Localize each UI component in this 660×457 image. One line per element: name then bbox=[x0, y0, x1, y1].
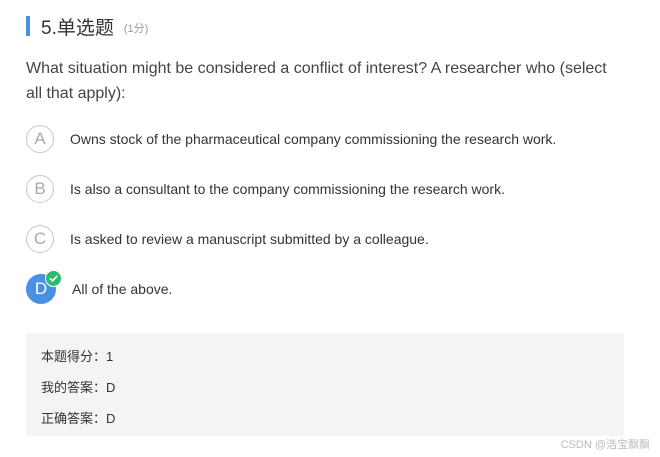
question-score: (1分) bbox=[123, 23, 149, 35]
question-header: 5.单选题 (1分) bbox=[26, 14, 149, 39]
option-a[interactable]: A Owns stock of the pharmaceutical compa… bbox=[26, 124, 556, 154]
option-b[interactable]: B Is also a consultant to the company co… bbox=[26, 174, 556, 204]
option-c-text: Is asked to review a manuscript submitte… bbox=[70, 231, 429, 247]
title-accent-bar bbox=[26, 16, 30, 36]
option-c-badge[interactable]: C bbox=[26, 225, 54, 253]
option-b-text: Is also a consultant to the company comm… bbox=[70, 181, 505, 197]
option-d-badge[interactable]: D bbox=[26, 270, 62, 304]
options-list: A Owns stock of the pharmaceutical compa… bbox=[26, 124, 556, 324]
option-a-text: Owns stock of the pharmaceutical company… bbox=[70, 131, 557, 147]
score-line: 本题得分：1 bbox=[41, 349, 114, 364]
option-c[interactable]: C Is asked to review a manuscript submit… bbox=[26, 224, 556, 254]
question-text: What situation might be considered a con… bbox=[26, 60, 607, 102]
option-d[interactable]: D All of the above. bbox=[26, 270, 556, 304]
option-b-badge[interactable]: B bbox=[26, 175, 54, 203]
correct-answer-line: 正确答案：D bbox=[41, 411, 116, 426]
question-title: 5.单选题 bbox=[41, 17, 114, 39]
watermark: CSDN @浩宝飘飘 bbox=[560, 439, 650, 451]
check-icon bbox=[45, 270, 62, 287]
my-answer-line: 我的答案：D bbox=[41, 380, 116, 395]
option-d-text: All of the above. bbox=[72, 281, 173, 297]
option-a-badge[interactable]: A bbox=[26, 125, 54, 153]
answer-summary: 本题得分：1 我的答案：D 正确答案：D bbox=[26, 333, 624, 436]
